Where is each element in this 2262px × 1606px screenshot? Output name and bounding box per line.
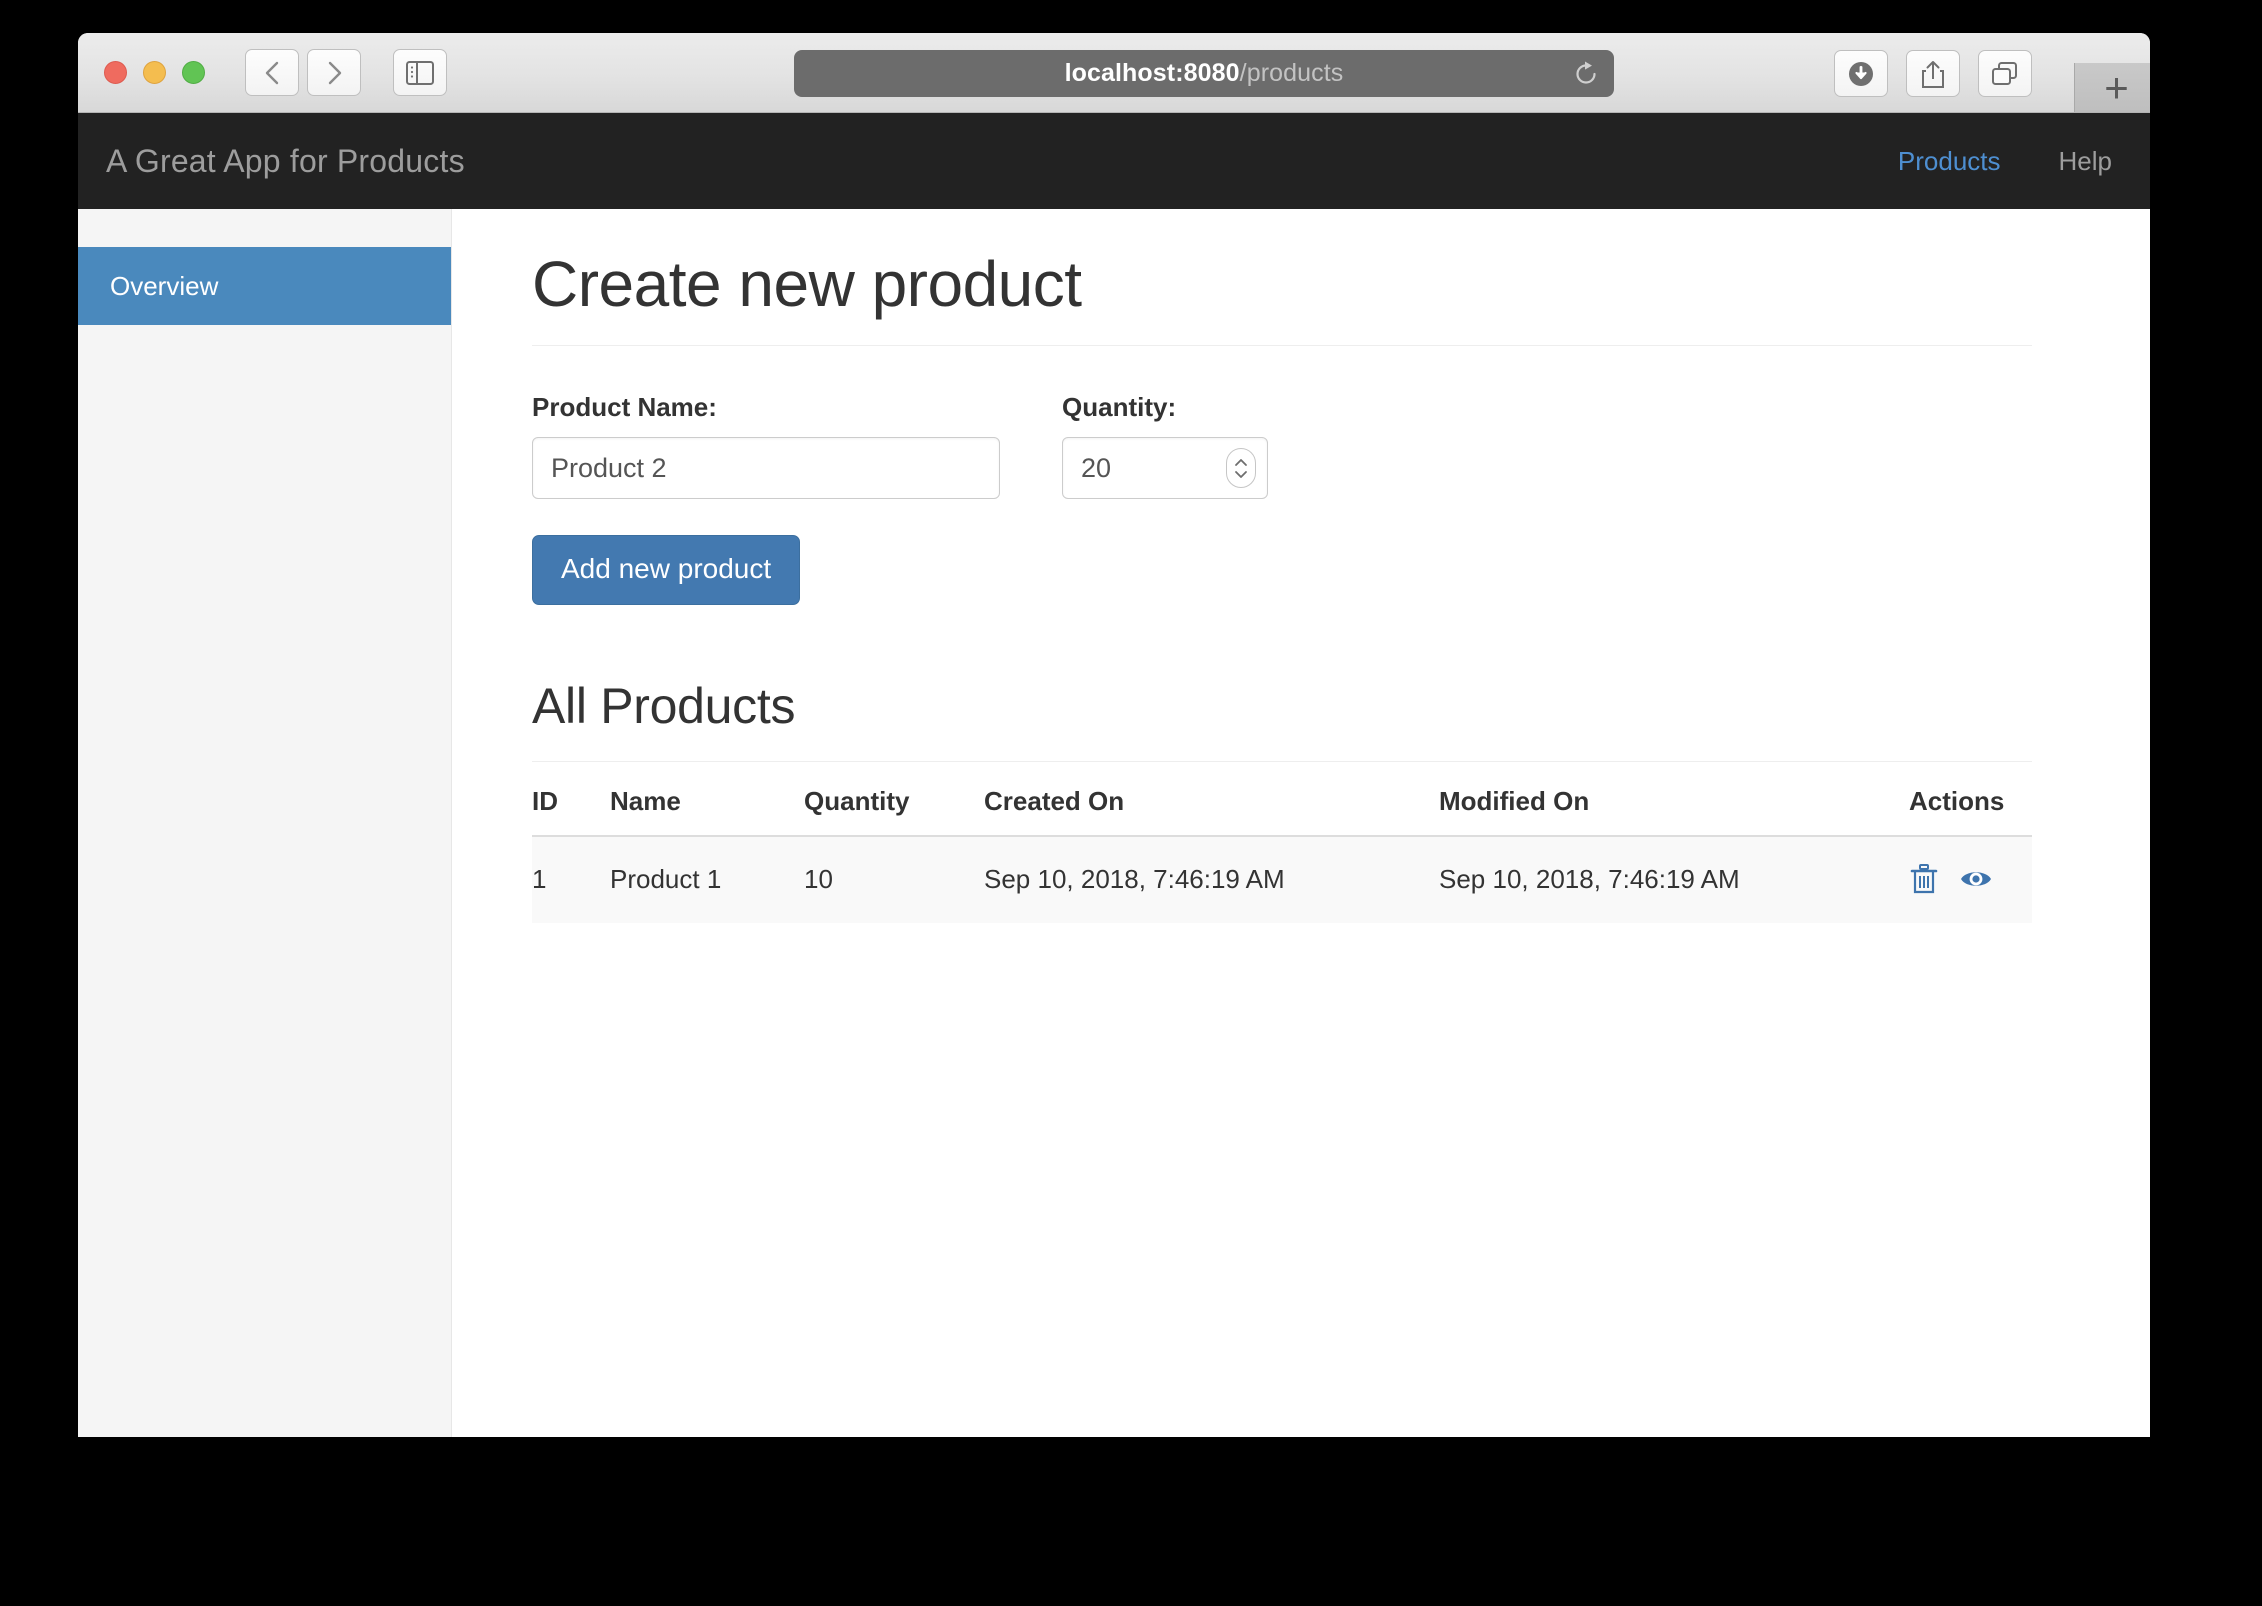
navigation-buttons xyxy=(245,49,369,96)
cell-id: 1 xyxy=(532,836,610,923)
create-product-form: Product Name: Quantity: xyxy=(532,392,2032,499)
chevron-down-icon xyxy=(1234,470,1248,479)
nav-link-help[interactable]: Help xyxy=(2059,146,2112,177)
window-controls xyxy=(104,61,205,84)
reload-icon[interactable] xyxy=(1572,60,1600,88)
browser-window: localhost:8080/products xyxy=(78,33,2150,1437)
page-header: Create new product xyxy=(532,209,2032,346)
quantity-stepper[interactable] xyxy=(1226,448,1256,488)
table-row: 1 Product 1 10 Sep 10, 2018, 7:46:19 AM … xyxy=(532,836,2032,923)
sidebar-item-label: Overview xyxy=(110,271,218,302)
page-body: Overview Create new product Product Name… xyxy=(78,209,2150,1437)
trash-icon xyxy=(1909,863,1939,895)
url-host: localhost:8080 xyxy=(1065,59,1240,87)
url-text: localhost:8080/products xyxy=(1065,59,1344,88)
minimize-window-button[interactable] xyxy=(143,61,166,84)
sidebar: Overview xyxy=(78,209,452,1437)
show-sidebar-icon xyxy=(406,61,434,85)
products-table-head: ID Name Quantity Created On Modified On … xyxy=(532,762,2032,837)
forward-chevron-icon xyxy=(325,59,343,87)
eye-icon xyxy=(1959,866,1993,892)
products-table: ID Name Quantity Created On Modified On … xyxy=(532,761,2032,923)
delete-product-button[interactable] xyxy=(1909,863,1939,895)
navbar-links: Products Help xyxy=(1898,113,2112,209)
quantity-label: Quantity: xyxy=(1062,392,1268,423)
url-path: /products xyxy=(1240,59,1344,87)
product-name-group: Product Name: xyxy=(532,392,1000,499)
page-title: Create new product xyxy=(532,247,2032,321)
forward-button[interactable] xyxy=(307,49,361,96)
close-window-button[interactable] xyxy=(104,61,127,84)
table-header-row: ID Name Quantity Created On Modified On … xyxy=(532,762,2032,837)
browser-toolbar-right xyxy=(1834,50,2040,97)
downloads-icon xyxy=(1846,59,1876,89)
new-tab-label: + xyxy=(2104,67,2129,109)
column-header-actions: Actions xyxy=(1909,762,2032,837)
cell-quantity: 10 xyxy=(804,836,984,923)
show-tab-overview-icon xyxy=(1991,61,2019,87)
column-header-quantity: Quantity xyxy=(804,762,984,837)
product-name-label: Product Name: xyxy=(532,392,1000,423)
all-products-title: All Products xyxy=(532,677,2032,735)
back-button[interactable] xyxy=(245,49,299,96)
maximize-window-button[interactable] xyxy=(182,61,205,84)
sidebar-toggle-group xyxy=(393,49,455,96)
cell-actions xyxy=(1909,836,2032,923)
chevron-up-icon xyxy=(1234,458,1248,467)
page-viewport: A Great App for Products Products Help O… xyxy=(78,113,2150,1437)
show-sidebar-button[interactable] xyxy=(393,49,447,96)
row-actions xyxy=(1909,863,2032,895)
share-button[interactable] xyxy=(1906,50,1960,97)
downloads-button[interactable] xyxy=(1834,50,1888,97)
sidebar-item-overview[interactable]: Overview xyxy=(78,247,451,325)
browser-titlebar: localhost:8080/products xyxy=(78,33,2150,113)
address-bar[interactable]: localhost:8080/products xyxy=(794,50,1614,97)
column-header-name: Name xyxy=(610,762,804,837)
product-name-input[interactable] xyxy=(532,437,1000,499)
quantity-group: Quantity: xyxy=(1062,392,1268,499)
cell-name: Product 1 xyxy=(610,836,804,923)
back-chevron-icon xyxy=(263,59,281,87)
app-brand[interactable]: A Great App for Products xyxy=(106,143,465,180)
quantity-input-wrap xyxy=(1062,437,1268,499)
products-table-body: 1 Product 1 10 Sep 10, 2018, 7:46:19 AM … xyxy=(532,836,2032,923)
cell-created-on: Sep 10, 2018, 7:46:19 AM xyxy=(984,836,1439,923)
new-tab-button[interactable]: + xyxy=(2074,63,2150,113)
column-header-created-on: Created On xyxy=(984,762,1439,837)
column-header-id: ID xyxy=(532,762,610,837)
app-navbar: A Great App for Products Products Help xyxy=(78,113,2150,209)
main-content: Create new product Product Name: Quantit… xyxy=(452,209,2150,1437)
add-new-product-button[interactable]: Add new product xyxy=(532,535,800,605)
view-product-button[interactable] xyxy=(1959,866,1993,892)
share-icon xyxy=(1920,59,1946,89)
column-header-modified-on: Modified On xyxy=(1439,762,1909,837)
show-tab-overview-button[interactable] xyxy=(1978,50,2032,97)
nav-link-products[interactable]: Products xyxy=(1898,146,2001,177)
cell-modified-on: Sep 10, 2018, 7:46:19 AM xyxy=(1439,836,1909,923)
